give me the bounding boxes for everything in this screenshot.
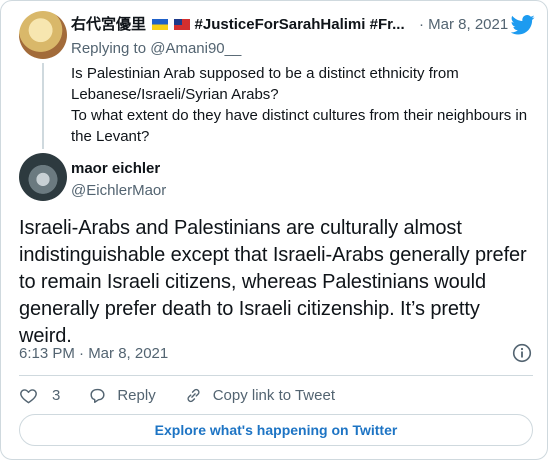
parent-text-line-2: To what extent do they have distinct cul… bbox=[71, 107, 528, 145]
copy-link-label: Copy link to Tweet bbox=[212, 386, 335, 404]
parent-text-line-1: Is Palestinian Arab supposed to be a dis… bbox=[71, 65, 459, 103]
reply-label: Reply bbox=[117, 386, 156, 404]
link-icon bbox=[187, 388, 200, 402]
replying-to-handle[interactable]: @Amani90__ bbox=[150, 40, 241, 57]
thread-line bbox=[42, 63, 44, 149]
parent-date[interactable]: · Mar 8, 2021 bbox=[419, 15, 508, 35]
like-button[interactable]: 3 bbox=[19, 386, 60, 405]
parent-avatar[interactable] bbox=[19, 11, 67, 59]
parent-display-name-rest[interactable]: #JusticeForSarahHalimi #Fr... bbox=[195, 16, 405, 33]
replying-to: Replying to @Amani90__ bbox=[71, 39, 241, 59]
info-icon[interactable] bbox=[512, 343, 532, 363]
tweet-timestamp[interactable]: 6:13 PM · Mar 8, 2021 bbox=[19, 344, 168, 364]
parent-header: 右代宮優里 #JusticeForSarahHalimi #Fr... bbox=[71, 15, 471, 35]
twitter-bird-icon[interactable] bbox=[511, 15, 535, 35]
ukraine-flag-icon bbox=[152, 19, 169, 30]
parent-tweet-text: Is Palestinian Arab supposed to be a dis… bbox=[71, 63, 533, 147]
tweet-actions: 3 Reply Copy link to Tweet bbox=[19, 384, 363, 406]
reply-icon bbox=[90, 388, 105, 403]
reply-button[interactable]: Reply bbox=[88, 386, 156, 405]
replying-to-prefix: Replying to bbox=[71, 40, 151, 57]
author-display-name[interactable]: maor eichler bbox=[71, 159, 160, 179]
author-avatar[interactable] bbox=[19, 153, 67, 201]
author-handle[interactable]: @EichlerMaor bbox=[71, 181, 166, 201]
tweet-embed-card: 右代宮優里 #JusticeForSarahHalimi #Fr... · Ma… bbox=[0, 0, 548, 460]
explore-twitter-button[interactable]: Explore what's happening on Twitter bbox=[19, 414, 533, 446]
parent-display-name[interactable]: 右代宮優里 bbox=[71, 16, 146, 33]
like-count: 3 bbox=[52, 386, 61, 404]
taiwan-flag-icon bbox=[174, 19, 191, 30]
tweet-text: Israeli-Arabs and Palestinians are cultu… bbox=[19, 217, 527, 347]
copy-link-button[interactable]: Copy link to Tweet bbox=[184, 386, 335, 405]
heart-icon bbox=[20, 388, 37, 403]
divider bbox=[19, 375, 533, 376]
